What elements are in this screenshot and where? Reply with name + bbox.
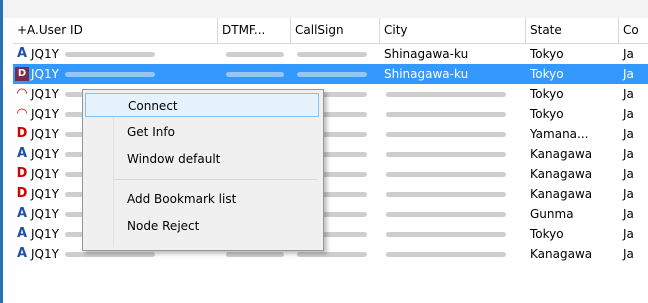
cell-country: Ja <box>623 207 634 221</box>
cell-state: Kanagawa <box>530 247 593 261</box>
table-row[interactable]: D JQ1Y Shinagawa-ku Tokyo Ja <box>13 64 648 84</box>
cell-country: Ja <box>623 167 634 181</box>
redacted-text <box>297 72 367 77</box>
column-header-dtmf[interactable]: DTMF... <box>218 18 291 43</box>
redacted-text <box>65 252 155 257</box>
analog-node-icon: A <box>16 246 28 261</box>
cell-country: Ja <box>623 127 634 141</box>
analog-node-icon: A <box>16 146 28 161</box>
table-header: +A.User ID DTMF... CallSign City State C… <box>13 18 648 44</box>
cell-city: Shinagawa-ku <box>384 47 469 61</box>
cell-city <box>380 144 526 164</box>
cell-country: Ja <box>623 227 634 241</box>
cell-state: Tokyo <box>530 107 564 121</box>
wifi-node-icon: ◠ <box>17 86 27 101</box>
menu-separator <box>113 179 317 180</box>
dstar-node-icon: D <box>16 166 28 181</box>
analog-node-icon: A <box>16 226 28 241</box>
user-id-text: JQ1Y <box>31 187 59 201</box>
cell-city <box>380 124 526 144</box>
cell-city <box>380 224 526 244</box>
cell-state: Gunma <box>530 207 574 221</box>
redacted-text <box>386 92 506 97</box>
analog-node-icon: A <box>16 206 28 221</box>
menu-item-get-info[interactable]: Get Info <box>85 120 319 144</box>
user-id-text: JQ1Y <box>31 67 59 81</box>
user-id-text: JQ1Y <box>31 167 59 181</box>
redacted-text <box>386 212 506 217</box>
cell-state: Yamana... <box>530 127 589 141</box>
window-top-strip <box>0 0 648 18</box>
redacted-text <box>226 252 284 257</box>
cell-city <box>380 244 526 264</box>
column-header-city[interactable]: City <box>380 18 526 43</box>
redacted-text <box>297 52 367 57</box>
cell-city <box>380 184 526 204</box>
cell-state: Tokyo <box>530 87 564 101</box>
dstar-node-icon: D <box>16 186 28 201</box>
cell-user-id: A JQ1Y <box>13 44 218 64</box>
cell-country: Ja <box>623 47 634 61</box>
cell-state: Kanagawa <box>530 167 593 181</box>
redacted-text <box>386 152 506 157</box>
cell-city: Shinagawa-ku <box>384 67 469 81</box>
cell-country: Ja <box>623 87 634 101</box>
redacted-text <box>386 112 506 117</box>
user-id-text: JQ1Y <box>31 107 59 121</box>
analog-node-icon: A <box>16 46 28 61</box>
redacted-text <box>386 132 506 137</box>
menu-item-window-default[interactable]: Window default <box>85 147 319 171</box>
user-id-text: JQ1Y <box>31 207 59 221</box>
user-id-text: JQ1Y <box>31 147 59 161</box>
redacted-text <box>226 52 284 57</box>
cell-state: Kanagawa <box>530 187 593 201</box>
cell-country: Ja <box>623 247 634 261</box>
user-id-text: JQ1Y <box>31 247 59 261</box>
context-menu: Connect Get Info Window default Add Book… <box>82 89 324 251</box>
cell-state: Tokyo <box>530 67 564 81</box>
cell-dtmf <box>218 44 291 64</box>
column-header-country[interactable]: Co <box>619 18 648 43</box>
redacted-text <box>386 192 506 197</box>
cell-city <box>380 84 526 104</box>
cell-country: Ja <box>623 67 634 81</box>
redacted-text <box>386 232 506 237</box>
user-id-text: JQ1Y <box>31 47 59 61</box>
cell-country: Ja <box>623 107 634 121</box>
cell-country: Ja <box>623 147 634 161</box>
cell-state: Kanagawa <box>530 147 593 161</box>
redacted-text <box>65 52 155 57</box>
menu-item-node-reject[interactable]: Node Reject <box>85 214 319 238</box>
dstar-node-icon: D <box>15 67 29 81</box>
column-header-callsign[interactable]: CallSign <box>291 18 380 43</box>
redacted-text <box>386 172 506 177</box>
cell-callsign <box>291 64 380 84</box>
left-edge-bar <box>0 0 3 303</box>
user-id-text: JQ1Y <box>31 227 59 241</box>
dstar-node-icon: D <box>16 126 28 141</box>
column-header-state[interactable]: State <box>526 18 619 43</box>
wifi-node-icon: ◠ <box>17 106 27 121</box>
user-id-text: JQ1Y <box>31 87 59 101</box>
cell-user-id: D JQ1Y <box>13 64 218 84</box>
cell-state: Tokyo <box>530 47 564 61</box>
redacted-text <box>386 252 506 257</box>
cell-city <box>380 104 526 124</box>
cell-dtmf <box>218 64 291 84</box>
cell-city <box>380 204 526 224</box>
table-row[interactable]: A JQ1Y Shinagawa-ku Tokyo Ja <box>13 44 648 64</box>
redacted-text <box>226 72 284 77</box>
cell-state: Tokyo <box>530 227 564 241</box>
cell-city <box>380 164 526 184</box>
redacted-text <box>65 72 155 77</box>
cell-country: Ja <box>623 187 634 201</box>
user-id-text: JQ1Y <box>31 127 59 141</box>
redacted-text <box>297 252 367 257</box>
column-header-user-id[interactable]: +A.User ID <box>13 18 218 43</box>
cell-callsign <box>291 44 380 64</box>
menu-item-add-bookmark-list[interactable]: Add Bookmark list <box>85 187 319 211</box>
menu-item-connect[interactable]: Connect <box>85 93 319 117</box>
